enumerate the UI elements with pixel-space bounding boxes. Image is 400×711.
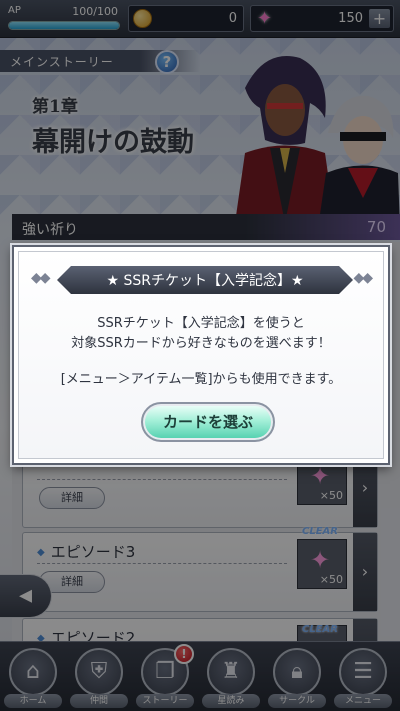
choose-card-button[interactable]: カードを選ぶ [141, 402, 275, 442]
dialog-title: ★ SSRチケット【入学記念】★ [106, 273, 304, 289]
chevron-decoration-icon: ◆◆ [31, 270, 50, 286]
ssr-ticket-dialog: ◆◆ ◆◆ ★ SSRチケット【入学記念】★ SSRチケット【入学記念】を使うと… [12, 245, 390, 465]
chevron-decoration-icon: ◆◆ [353, 270, 372, 286]
dialog-title-bar: ★ SSRチケット【入学記念】★ [57, 266, 353, 294]
dialog-message-line: 対象SSRカードから好きなものを選べます！ [71, 336, 331, 351]
dialog-message-line: SSRチケット【入学記念】を使うと [97, 316, 305, 331]
dialog-message-line: [メニュー＞アイテム一覧]からも使用できます。 [60, 372, 342, 387]
dialog-body: ◆◆ ◆◆ ★ SSRチケット【入学記念】★ SSRチケット【入学記念】を使うと… [18, 251, 384, 459]
